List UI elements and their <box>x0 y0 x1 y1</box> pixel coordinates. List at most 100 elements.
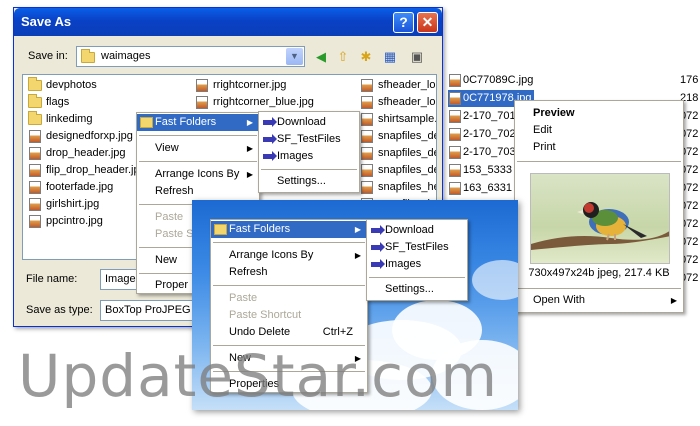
save-as-type-label: Save as type: <box>26 304 93 316</box>
dialog-titlebar: Save As ? ✕ <box>14 8 442 36</box>
list-item[interactable]: footerfade.jpg <box>28 179 113 196</box>
view-menu-icon[interactable]: ▦ <box>380 47 400 67</box>
list-item[interactable]: 2-170_703 <box>448 144 516 161</box>
back-icon[interactable]: ◀ <box>311 47 331 67</box>
menu-item-sf-testfiles[interactable]: SF_TestFiles <box>367 239 467 256</box>
folder-icon <box>28 77 42 91</box>
arrow-icon <box>263 134 277 144</box>
menu-item-refresh[interactable]: Refresh <box>211 264 367 281</box>
list-item[interactable]: snapfiles_de <box>360 162 436 179</box>
menu-item-sf-testfiles[interactable]: SF_TestFiles <box>259 131 359 148</box>
list-item[interactable]: flip_drop_header.jpg <box>28 162 146 179</box>
menu-item-refresh[interactable]: Refresh <box>137 183 259 200</box>
menu-item-undo-delete[interactable]: Undo Delete Ctrl+Z <box>211 324 367 341</box>
arrow-icon <box>371 259 385 269</box>
list-item[interactable]: shirtsample. <box>360 111 436 128</box>
list-item[interactable]: 153_5333 <box>448 162 512 179</box>
list-item[interactable]: 2-170_701 <box>448 108 516 125</box>
fast-folders-submenu: Download SF_TestFiles Images Settings... <box>258 111 360 193</box>
list-item[interactable]: snapfiles_he <box>360 179 436 196</box>
chevron-down-icon[interactable]: ▼ <box>286 48 303 65</box>
menu-item-view[interactable]: View ▶ <box>137 140 259 157</box>
menu-separator <box>517 288 681 289</box>
menu-separator <box>213 242 365 243</box>
image-file-icon <box>361 181 373 194</box>
menu-item-settings[interactable]: Settings... <box>259 173 359 190</box>
list-item[interactable]: flags <box>28 94 69 111</box>
submenu-arrow-icon: ▶ <box>354 251 361 260</box>
menu-separator <box>517 161 681 162</box>
menu-item-preview[interactable]: Preview <box>515 105 683 122</box>
image-file-icon <box>29 215 41 228</box>
arrow-icon <box>371 242 385 252</box>
list-item[interactable]: rrightcorner.jpg <box>195 77 286 94</box>
arrow-icon <box>263 117 277 127</box>
image-file-icon <box>29 164 41 177</box>
image-file-icon <box>449 92 461 105</box>
menu-item-images[interactable]: Images <box>259 148 359 165</box>
watermark: UpdateStar.com <box>18 342 498 410</box>
image-file-icon <box>449 74 461 87</box>
arrow-icon <box>371 225 385 235</box>
save-in-combo[interactable]: waimages ▼ <box>76 46 305 67</box>
menu-item-images[interactable]: Images <box>367 256 467 273</box>
menu-separator <box>139 161 257 162</box>
new-folder-icon[interactable]: ✱ <box>356 47 376 67</box>
submenu-arrow-icon: ▶ <box>354 225 361 234</box>
shortcut-label: Ctrl+Z <box>322 326 353 338</box>
image-file-icon <box>361 113 373 126</box>
list-item[interactable]: drop_header.jpg <box>28 145 126 162</box>
image-info-caption: 730x497x24b jpeg, 217.4 KB <box>528 267 670 279</box>
folder-icon <box>81 49 95 63</box>
cloud <box>472 260 518 300</box>
bird-thumbnail <box>530 173 670 264</box>
image-file-icon <box>361 164 373 177</box>
list-item[interactable]: linkedimg <box>28 111 92 128</box>
menu-separator <box>369 277 465 278</box>
list-item[interactable]: 163_6331 <box>448 180 512 197</box>
image-file-icon <box>196 79 208 92</box>
save-in-value: waimages <box>101 50 151 62</box>
menu-item-download[interactable]: Download <box>259 114 359 131</box>
menu-item-paste-shortcut: Paste Shortcut <box>229 309 302 321</box>
menu-item-arrange-icons[interactable]: Arrange Icons By ▶ <box>137 166 259 183</box>
menu-item-settings[interactable]: Settings... <box>367 281 467 298</box>
open-with-label: Open With <box>533 294 585 306</box>
list-item[interactable]: devphotos <box>28 77 97 94</box>
list-item[interactable]: ppcintro.jpg <box>28 213 103 230</box>
menu-item-print[interactable]: Print <box>515 139 683 156</box>
list-item[interactable]: sfheader_lo <box>360 77 436 94</box>
arrow-icon <box>263 151 277 161</box>
list-item[interactable]: 0C77089C.jpg <box>448 72 533 89</box>
list-item[interactable]: snapfiles_de <box>360 145 436 162</box>
menu-item-fast-folders[interactable]: Fast Folders ▶ <box>211 221 367 238</box>
submenu-arrow-icon: ▶ <box>246 144 253 153</box>
list-item[interactable]: girlshirt.jpg <box>28 196 99 213</box>
close-button[interactable]: ✕ <box>417 12 438 33</box>
image-file-icon <box>449 128 461 141</box>
help-button[interactable]: ? <box>393 12 414 33</box>
list-item[interactable]: 2-170_702 <box>448 126 516 143</box>
list-item[interactable]: rrightcorner_blue.jpg <box>195 94 314 111</box>
image-file-icon <box>196 96 208 109</box>
fast-folders-submenu: Download SF_TestFiles Images Settings... <box>366 219 468 301</box>
up-folder-icon[interactable]: ⇧ <box>333 47 353 67</box>
size-value: 176 <box>680 74 699 86</box>
image-file-icon <box>449 110 461 123</box>
menu-separator <box>213 285 365 286</box>
folder-icon <box>28 94 42 108</box>
menu-item-edit[interactable]: Edit <box>515 122 683 139</box>
list-item[interactable]: sfheader_lo <box>360 94 436 111</box>
list-item[interactable]: designedforxp.jpg <box>28 128 133 145</box>
tools-icon[interactable]: ▣ <box>407 47 427 67</box>
menu-item-download[interactable]: Download <box>367 222 467 239</box>
submenu-arrow-icon: ▶ <box>670 296 677 305</box>
menu-item-fast-folders[interactable]: Fast Folders ▶ <box>137 114 259 131</box>
menu-item-open-with[interactable]: Open With ▶ <box>515 292 683 309</box>
preview-context-menu: Preview Edit Print 730x497x24b jpeg, 217… <box>514 100 684 313</box>
image-file-icon <box>29 130 41 143</box>
menu-item-arrange-icons[interactable]: Arrange Icons By ▶ <box>211 247 367 264</box>
list-item[interactable]: snapfiles_de <box>360 128 436 145</box>
image-file-icon <box>361 147 373 160</box>
image-file-icon <box>29 147 41 160</box>
